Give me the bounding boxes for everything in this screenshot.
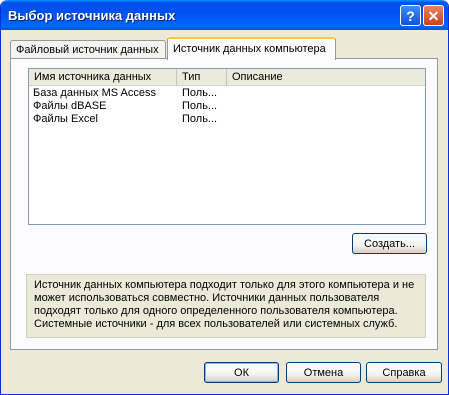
list-item-type: Поль... bbox=[182, 100, 218, 112]
column-header-type[interactable]: Тип bbox=[177, 69, 227, 86]
column-header-name[interactable]: Имя источника данных bbox=[29, 69, 177, 86]
help-button[interactable]: Справка bbox=[366, 362, 442, 383]
help-title-button[interactable]: ? bbox=[400, 5, 421, 26]
list-item-name: База данных MS Access bbox=[33, 87, 156, 99]
info-line: может использоваться совместно. Источник… bbox=[34, 292, 380, 304]
info-line: подходят только для одного определенного… bbox=[34, 305, 398, 317]
list-item-type: Поль... bbox=[182, 87, 218, 99]
info-line: Системные источники - для всех пользоват… bbox=[34, 318, 398, 330]
cancel-button[interactable]: Отмена bbox=[286, 362, 361, 383]
list-item-name: Файлы dBASE bbox=[33, 100, 107, 112]
list-item[interactable]: Файлы dBASE Поль... bbox=[29, 100, 425, 113]
column-header-description[interactable]: Описание bbox=[227, 69, 425, 86]
list-item-type: Поль... bbox=[182, 113, 218, 125]
question-icon: ? bbox=[406, 7, 415, 24]
list-header: Имя источника данных Тип Описание bbox=[29, 69, 425, 86]
create-button[interactable]: Создать... bbox=[352, 233, 427, 254]
window-title: Выбор источника данных bbox=[8, 8, 176, 23]
title-bar[interactable]: Выбор источника данных ? ✕ bbox=[1, 0, 448, 30]
ok-button[interactable]: ОК bbox=[204, 362, 279, 383]
list-item[interactable]: Файлы Excel Поль... bbox=[29, 113, 425, 126]
list-item-name: Файлы Excel bbox=[33, 113, 98, 125]
info-line: Источник данных компьютера подходит толь… bbox=[34, 279, 415, 291]
close-button[interactable]: ✕ bbox=[423, 5, 444, 26]
tab-machine-data-source[interactable]: Источник данных компьютера bbox=[167, 37, 336, 60]
data-source-list[interactable]: Имя источника данных Тип Описание База д… bbox=[28, 68, 426, 225]
tab-file-data-source[interactable]: Файловый источник данных bbox=[10, 40, 166, 59]
list-item[interactable]: База данных MS Access Поль... bbox=[29, 87, 425, 100]
data-source-dialog: Выбор источника данных ? ✕ Файловый исто… bbox=[0, 0, 449, 395]
info-box: Источник данных компьютера подходит толь… bbox=[26, 274, 426, 338]
close-icon: ✕ bbox=[427, 7, 440, 24]
